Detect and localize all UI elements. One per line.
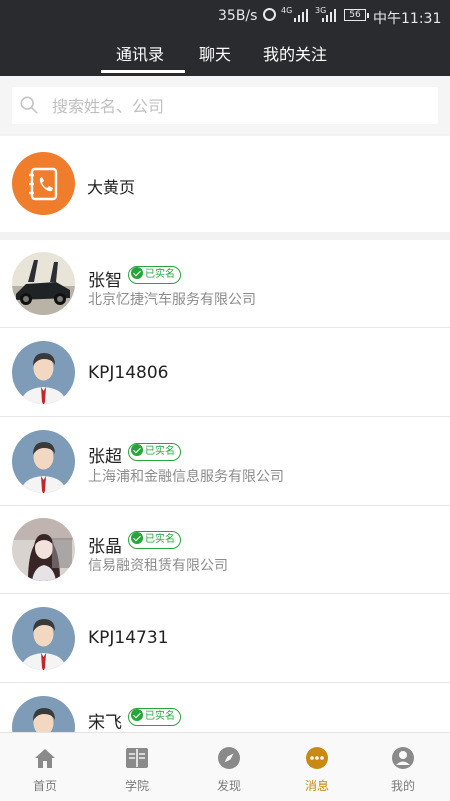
search-area (0, 76, 450, 134)
book-icon (126, 748, 148, 768)
contact-row[interactable]: 张智 已实名 北京忆捷汽车服务有限公司 (0, 240, 450, 328)
message-icon (306, 747, 328, 769)
contact-company: 北京忆捷汽车服务有限公司 (88, 292, 256, 308)
avatar (12, 518, 75, 581)
check-icon (131, 709, 143, 721)
profile-icon (392, 747, 414, 769)
yellow-pages-entry[interactable]: 大黄页 (0, 136, 450, 232)
nav-profile[interactable]: 我的 (358, 733, 448, 801)
phone-book-icon (29, 167, 58, 201)
avatar (12, 341, 75, 404)
verified-badge: 已实名 (128, 266, 181, 284)
contact-row[interactable]: 张超 已实名 上海浦和金融信息服务有限公司 (0, 418, 450, 506)
avatar (12, 607, 75, 670)
avatar (12, 696, 75, 732)
contact-company: 上海浦和金融信息服务有限公司 (88, 469, 284, 485)
net-speed: 35B/s (218, 8, 258, 24)
default-avatar-icon (12, 696, 75, 732)
contact-company: 信易融资租赁有限公司 (88, 558, 228, 574)
default-avatar-icon (12, 607, 75, 670)
contact-row[interactable]: KPJ14806 (0, 329, 450, 417)
contact-name: KPJ14806 (88, 363, 169, 383)
verified-badge: 已实名 (128, 708, 181, 726)
contact-name: 宋飞 (88, 713, 122, 732)
contact-row[interactable]: KPJ14731 (0, 595, 450, 683)
top-tabs: 通讯录 聊天 我的关注 (0, 32, 450, 76)
divider (0, 682, 450, 683)
search-box (12, 87, 438, 126)
divider (0, 593, 450, 594)
contact-list: 张智 已实名 北京忆捷汽车服务有限公司 KPJ14806 张超 已实名 上海浦和… (0, 240, 450, 732)
nav-label: 消息 (304, 779, 329, 793)
home-icon (35, 749, 55, 768)
contact-row[interactable]: 张晶 已实名 信易融资租赁有限公司 (0, 506, 450, 594)
contact-name: 张超 (88, 447, 122, 467)
top-header: 35B/s 4G 3G 56 中午11:31 通讯录 聊天 我的关注 (0, 0, 450, 76)
clock: 中午11:31 (373, 11, 442, 27)
contact-name: 张晶 (88, 537, 122, 557)
avatar (12, 252, 75, 315)
nav-academy[interactable]: 学院 (92, 733, 182, 801)
nav-home[interactable]: 首页 (0, 733, 90, 801)
verified-badge: 已实名 (128, 531, 181, 549)
nav-discover[interactable]: 发现 (184, 733, 274, 801)
search-icon (20, 96, 38, 114)
verified-badge: 已实名 (128, 443, 181, 461)
tab-following[interactable]: 我的关注 (263, 41, 327, 65)
car-photo-icon (12, 252, 75, 315)
nav-label: 发现 (216, 779, 241, 793)
avatar (12, 430, 75, 493)
yellow-pages-avatar (12, 152, 75, 215)
nav-label: 首页 (32, 779, 57, 793)
battery-icon: 56 (344, 9, 369, 21)
check-icon (131, 532, 143, 544)
nav-label: 学院 (124, 779, 149, 793)
default-avatar-icon (12, 430, 75, 493)
network-type: 4G (281, 6, 293, 15)
nav-messages[interactable]: 消息 (272, 733, 362, 801)
compass-icon (218, 747, 240, 769)
active-tab-indicator (101, 70, 185, 73)
yellow-pages-label: 大黄页 (87, 178, 136, 197)
status-bar: 35B/s 4G 3G 56 中午11:31 (0, 0, 450, 32)
anime-girl-icon (12, 518, 75, 581)
contact-name: KPJ14731 (88, 628, 169, 648)
signal-icon-secondary (322, 8, 336, 22)
divider (0, 327, 450, 328)
default-avatar-icon (12, 341, 75, 404)
tab-contacts[interactable]: 通讯录 (116, 41, 164, 65)
alarm-icon (263, 8, 276, 21)
check-icon (131, 267, 143, 279)
contact-row[interactable]: 宋飞 已实名 (0, 684, 450, 732)
nav-label: 我的 (390, 779, 415, 793)
signal-icon (294, 8, 308, 22)
bottom-navigation: 首页 学院 发现 消息 我的 (0, 732, 450, 801)
contact-name: 张智 (88, 271, 122, 291)
tab-chat[interactable]: 聊天 (199, 41, 231, 65)
divider (0, 416, 450, 417)
check-icon (131, 444, 143, 456)
search-input[interactable] (50, 87, 434, 126)
